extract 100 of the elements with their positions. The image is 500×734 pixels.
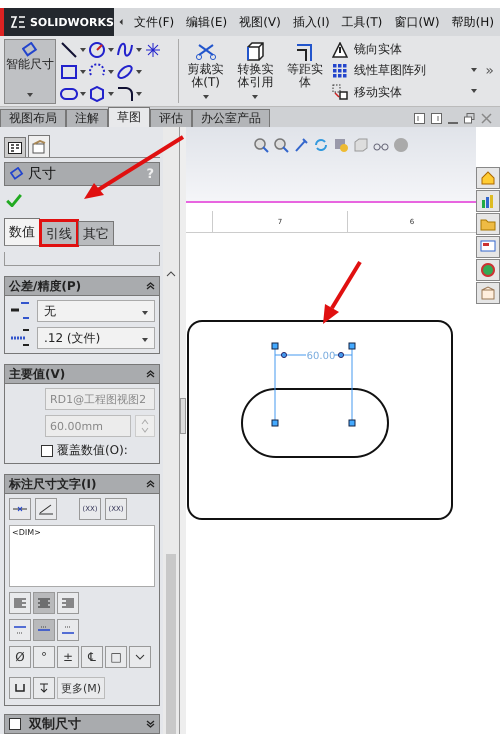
rectangle-icon[interactable] xyxy=(60,63,78,81)
menu-item[interactable]: 工具(T) xyxy=(336,14,388,30)
menu-item[interactable]: 视图(V) xyxy=(233,14,287,30)
caret-icon[interactable] xyxy=(80,70,86,74)
task-pane-button[interactable] xyxy=(476,190,500,212)
property-manager-tab[interactable] xyxy=(28,135,50,158)
logo-text: SOLIDWORKS xyxy=(30,16,114,28)
task-pane-button[interactable] xyxy=(476,236,500,258)
dimension-text-field[interactable]: <DIM> xyxy=(9,525,155,587)
zoom-fit-icon[interactable] xyxy=(253,137,269,153)
expand-icon[interactable] xyxy=(146,720,155,728)
menu-item[interactable]: 编辑(E) xyxy=(180,14,234,30)
menu-item[interactable]: 窗口(W) xyxy=(388,14,446,30)
panel-tab[interactable]: 引线 xyxy=(41,221,77,246)
text-position-button[interactable] xyxy=(33,619,55,641)
menu-item[interactable]: 文件(F) xyxy=(128,14,180,30)
collapse-icon[interactable] xyxy=(146,370,155,378)
dropdown-button[interactable] xyxy=(129,646,151,668)
fillet-icon[interactable] xyxy=(116,85,134,103)
tool-button[interactable]: 等距实体 xyxy=(282,39,328,104)
menu-item[interactable]: 帮助(H) xyxy=(446,14,500,30)
restore-icon[interactable] xyxy=(464,113,475,124)
smart-dimension-button[interactable]: 智能尺寸 xyxy=(4,39,56,104)
panel-tab[interactable]: 其它 xyxy=(78,221,114,246)
spline-icon[interactable] xyxy=(116,41,134,59)
slot-icon[interactable] xyxy=(60,85,78,103)
tool-list-item[interactable]: 线性草图阵列 xyxy=(332,62,426,80)
task-pane-button[interactable] xyxy=(476,282,500,304)
caret-icon[interactable] xyxy=(80,48,86,52)
dimension-line[interactable] xyxy=(272,342,356,426)
caret-icon[interactable] xyxy=(142,311,148,315)
tool-list-item[interactable]: 移动实体 xyxy=(332,84,402,101)
symbol-button[interactable]: Ø xyxy=(9,646,31,668)
checkmark-icon[interactable] xyxy=(6,194,22,208)
scrollbar-thumb[interactable] xyxy=(166,554,176,734)
caret-icon[interactable] xyxy=(202,95,209,99)
tool-button[interactable]: 转换实体引用 xyxy=(232,39,278,104)
splitter-handle[interactable] xyxy=(180,398,186,434)
command-tab[interactable]: 视图布局 xyxy=(0,109,66,127)
command-tab[interactable]: 评估 xyxy=(150,109,192,127)
caret-icon[interactable] xyxy=(471,89,478,94)
text-position-button[interactable] xyxy=(9,619,31,641)
tolerance-type-select[interactable]: 无 xyxy=(37,300,155,322)
clipboard-icon xyxy=(32,140,46,154)
collapse-icon[interactable] xyxy=(146,480,155,488)
task-pane-button[interactable] xyxy=(476,167,500,189)
task-pane-button[interactable] xyxy=(476,259,500,281)
caret-icon[interactable] xyxy=(136,92,142,96)
caret-icon[interactable] xyxy=(136,70,142,74)
caret-icon[interactable] xyxy=(252,95,258,99)
tile-right-icon[interactable] xyxy=(431,113,442,124)
command-tab[interactable]: 注解 xyxy=(66,109,108,127)
tool-button[interactable]: 剪裁实体(T) xyxy=(182,39,229,104)
panel-tab[interactable]: 数值 xyxy=(4,218,40,246)
symbol-button[interactable]: □ xyxy=(105,646,127,668)
symbol-button[interactable]: ℄ xyxy=(81,646,103,668)
feature-tree-tab[interactable] xyxy=(4,137,26,158)
grid-dots-icon xyxy=(332,62,348,79)
text-position-button[interactable] xyxy=(57,619,79,641)
asterisk-icon[interactable] xyxy=(144,41,162,59)
caret-left-icon[interactable] xyxy=(118,17,124,27)
more-button[interactable]: 更多(M) xyxy=(57,677,106,699)
symbol-button[interactable]: ° xyxy=(33,646,55,668)
task-pane-button[interactable] xyxy=(476,213,500,235)
caret-icon[interactable] xyxy=(26,93,33,97)
symbol-button[interactable]: ± xyxy=(57,646,79,668)
depth-button[interactable] xyxy=(33,677,55,699)
warning-triangle-icon xyxy=(332,42,348,58)
line-icon[interactable] xyxy=(60,41,78,59)
caret-icon[interactable] xyxy=(108,70,114,74)
collapse-icon[interactable] xyxy=(146,282,155,290)
caret-icon[interactable] xyxy=(471,68,478,72)
tile-left-icon[interactable] xyxy=(414,113,425,124)
align-button[interactable] xyxy=(9,592,31,614)
angled-dimension-button[interactable] xyxy=(35,498,57,520)
rotate-icon[interactable] xyxy=(313,137,329,153)
align-button[interactable] xyxy=(33,592,55,614)
more-button[interactable]: » xyxy=(483,63,496,79)
caret-icon[interactable] xyxy=(108,92,114,96)
counterbore-button[interactable] xyxy=(9,677,31,699)
precision-select[interactable]: .12 (文件) xyxy=(37,327,155,349)
polygon-icon[interactable] xyxy=(88,85,106,103)
command-tab[interactable]: 办公室产品 xyxy=(192,109,270,127)
align-button[interactable] xyxy=(57,592,79,614)
checkbox[interactable] xyxy=(41,444,53,456)
zoom-area-icon[interactable] xyxy=(273,137,289,153)
tool-list-item[interactable]: 镜向实体 xyxy=(332,41,402,58)
circle-icon[interactable] xyxy=(88,41,106,59)
checkbox[interactable] xyxy=(9,718,21,730)
wand-icon[interactable] xyxy=(293,137,309,153)
caret-icon[interactable] xyxy=(80,92,86,96)
caret-icon[interactable] xyxy=(142,338,148,342)
menu-item[interactable]: 插入(I) xyxy=(286,14,336,30)
caret-icon[interactable] xyxy=(136,48,142,52)
command-tab[interactable]: 草图 xyxy=(108,107,150,127)
horizontal-dimension-button[interactable] xyxy=(9,498,31,520)
chart-icon xyxy=(480,193,496,209)
group-title: 主要值(V) xyxy=(9,366,66,382)
caret-icon[interactable] xyxy=(108,48,114,52)
ellipse-icon[interactable] xyxy=(116,63,134,81)
